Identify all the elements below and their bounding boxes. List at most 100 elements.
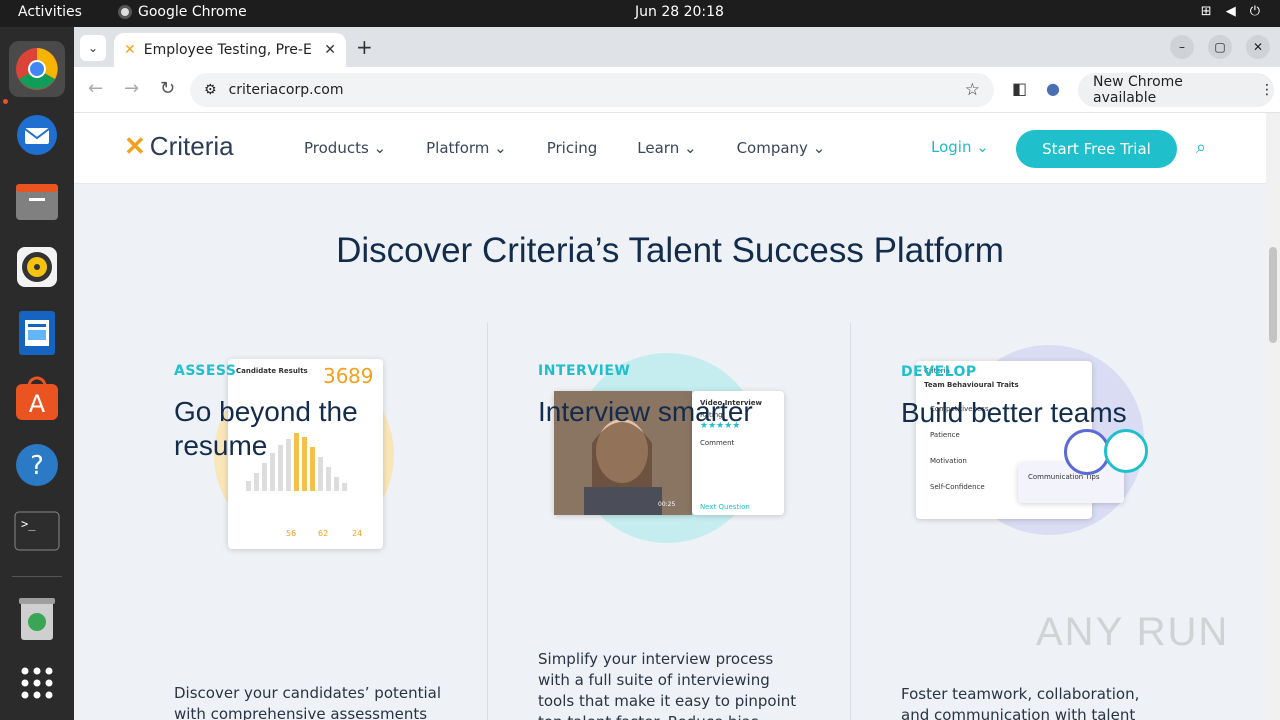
app-center-icon[interactable]: A: [9, 371, 65, 427]
trash-icon[interactable]: [9, 591, 65, 647]
score-a: 36: [323, 364, 349, 388]
svg-text:>_: >_: [21, 517, 36, 531]
trait-4: Self-Confidence: [930, 483, 985, 491]
menu-company[interactable]: Company ⌄: [737, 139, 826, 157]
site-info-icon[interactable]: ⚙: [204, 82, 217, 98]
url-text: criteriacorp.com: [228, 82, 344, 98]
develop-text: Foster teamwork, collaboration, and comm…: [901, 685, 1140, 720]
video-time: 00:25: [658, 501, 676, 508]
start-free-trial-button[interactable]: Start Free Trial: [1016, 130, 1177, 168]
chrome-small-icon: [118, 5, 132, 19]
maximize-button[interactable]: ▢: [1208, 35, 1232, 59]
score-small-1: 56: [286, 529, 297, 538]
profile-icon[interactable]: ●: [1046, 79, 1060, 98]
forward-button[interactable]: →: [124, 78, 139, 99]
candidate-results-label: Candidate Results: [236, 367, 308, 375]
menu-label: Platform: [426, 139, 490, 157]
files-icon[interactable]: [9, 173, 65, 229]
rhythmbox-icon[interactable]: [9, 239, 65, 295]
score-b: 89: [348, 364, 374, 388]
bookmark-star-icon[interactable]: ☆: [965, 80, 980, 100]
favicon-icon: ✕: [124, 42, 136, 58]
writer-icon[interactable]: [9, 305, 65, 361]
window-controls: – ▢ ✕: [1170, 35, 1270, 59]
interview-text: Simplify your interview process with a f…: [538, 650, 797, 720]
develop-title: Build better teams: [901, 397, 1127, 428]
app-name: Google Chrome: [138, 4, 247, 20]
site-header: ✕ Criteria Products ⌄ Platform ⌄ Pricing…: [74, 113, 1266, 184]
chrome-icon[interactable]: [9, 41, 65, 97]
app-menu[interactable]: Google Chrome: [118, 4, 247, 20]
tab-search-button[interactable]: ⌄: [80, 35, 106, 61]
svg-text:?: ?: [30, 451, 44, 481]
activities-button[interactable]: Activities: [18, 4, 82, 20]
clock[interactable]: Jun 28 20:18: [635, 4, 724, 20]
chrome-update-button[interactable]: New Chrome available ⋮: [1078, 73, 1274, 107]
hero-title: Discover Criteria’s Talent Success Platf…: [336, 231, 1004, 270]
show-apps-icon[interactable]: [9, 655, 65, 711]
column-divider: [487, 323, 488, 720]
interview-illustration: 00:25 Video Interview Rating ★★★★★ Comme…: [552, 353, 792, 553]
criteria-logo[interactable]: ✕ Criteria: [124, 131, 234, 162]
system-top-bar: Activities Google Chrome Jun 28 20:18 ⊞ …: [0, 0, 1280, 27]
interview-title: Interview smarter: [538, 396, 753, 427]
tab-title: Employee Testing, Pre-E: [143, 42, 312, 58]
address-bar[interactable]: ⚙ criteriacorp.com ☆: [190, 73, 994, 107]
login-menu[interactable]: Login ⌄: [931, 138, 989, 156]
avatar: [1104, 429, 1148, 473]
thunderbird-icon[interactable]: [9, 107, 65, 163]
criteria-logo-icon: ✕: [124, 131, 146, 161]
power-icon: ⏻: [1249, 4, 1260, 19]
dock-separator: [12, 576, 62, 577]
menu-pricing[interactable]: Pricing: [547, 139, 598, 157]
menu-label: Pricing: [546, 139, 598, 157]
menu-label: Products: [304, 139, 369, 157]
comment-label: Comment: [700, 439, 735, 447]
running-indicator: [3, 99, 8, 104]
score-small-3: 24: [352, 529, 363, 538]
svg-text:A: A: [29, 390, 46, 418]
close-window-button[interactable]: ✕: [1246, 35, 1270, 59]
help-icon[interactable]: ?: [9, 437, 65, 493]
page-scrollbar[interactable]: [1266, 113, 1280, 720]
active-tab[interactable]: ✕ Employee Testing, Pre-E ✕: [114, 33, 346, 67]
menu-learn[interactable]: Learn ⌄: [637, 139, 696, 157]
browser-toolbar: ← → ↻ ⚙ criteriacorp.com ☆ ◧ ● New Chrom…: [74, 67, 1280, 113]
anyrun-watermark: ANY RUN: [1036, 610, 1230, 654]
chevron-down-icon: ⌄: [87, 41, 99, 55]
close-tab-icon[interactable]: ✕: [324, 42, 336, 58]
terminal-icon[interactable]: >_: [9, 503, 65, 559]
reload-button[interactable]: ↻: [160, 78, 175, 99]
score-small-2: 62: [318, 529, 329, 538]
trait-2: Patience: [930, 431, 960, 439]
volume-icon: ◀: [1225, 4, 1236, 19]
assess-kicker: ASSESS: [174, 363, 237, 379]
back-button[interactable]: ←: [88, 78, 103, 99]
interview-kicker: INTERVIEW: [538, 363, 631, 379]
trait-3: Motivation: [930, 457, 967, 465]
menu-platform[interactable]: Platform ⌄: [426, 139, 507, 157]
system-tray[interactable]: ⊞ ◀ ⏻: [1201, 4, 1260, 19]
main-menu: Products ⌄ Platform ⌄ Pricing Learn ⌄ Co…: [304, 139, 825, 157]
column-divider: [850, 323, 851, 720]
more-menu-icon: ⋮: [1260, 82, 1274, 98]
tab-strip: ⌄ ✕ Employee Testing, Pre-E ✕ + – ▢ ✕: [74, 27, 1280, 67]
search-icon[interactable]: ⌕: [1196, 137, 1206, 158]
side-panel-icon[interactable]: ◧: [1012, 79, 1027, 98]
assess-title: Go beyond the resume: [174, 396, 358, 461]
team-traits-label: Team Behavioural Traits: [924, 381, 1019, 389]
update-label: New Chrome available: [1093, 74, 1183, 106]
menu-label: Learn: [637, 139, 680, 157]
assess-text: Discover your candidates’ potential with…: [174, 684, 442, 720]
develop-kicker: DEVELOP: [901, 364, 977, 380]
dock: A ? >_: [0, 27, 74, 720]
menu-products[interactable]: Products ⌄: [304, 139, 386, 157]
logo-text: Criteria: [149, 131, 234, 161]
network-icon: ⊞: [1200, 4, 1212, 19]
login-label: Login: [931, 138, 972, 156]
menu-label: Company: [736, 139, 808, 157]
next-question-label[interactable]: Next Question: [700, 503, 750, 511]
scrollbar-thumb[interactable]: [1269, 247, 1277, 343]
minimize-button[interactable]: –: [1170, 35, 1194, 59]
new-tab-button[interactable]: +: [356, 35, 373, 59]
